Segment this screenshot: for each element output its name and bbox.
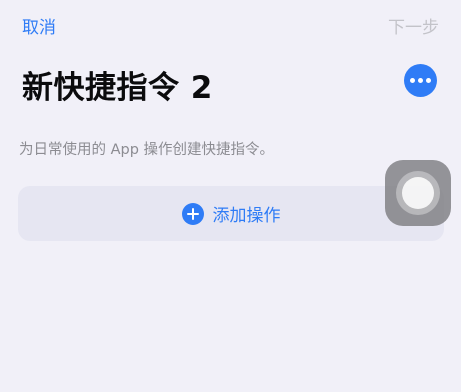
ellipsis-icon — [418, 78, 423, 83]
cancel-button[interactable]: 取消 — [22, 13, 56, 38]
assistive-touch-button[interactable] — [385, 160, 451, 226]
plus-circle-icon — [181, 202, 204, 225]
ellipsis-icon — [410, 78, 415, 83]
shortcut-title[interactable]: 新快捷指令 2 — [22, 62, 213, 107]
ellipsis-icon — [426, 78, 431, 83]
assistive-touch-icon — [396, 171, 440, 215]
next-step-button[interactable]: 下一步 — [388, 13, 439, 38]
shortcut-description: 为日常使用的 App 操作创建快捷指令。 — [19, 142, 275, 158]
add-action-label: 添加操作 — [212, 206, 281, 226]
new-shortcut-screen: 取消 下一步 新快捷指令 2 为日常使用的 App 操作创建快捷指令。 添加操作 — [0, 0, 461, 392]
add-action-button[interactable]: 添加操作 — [18, 186, 444, 241]
more-options-button[interactable] — [404, 64, 437, 97]
